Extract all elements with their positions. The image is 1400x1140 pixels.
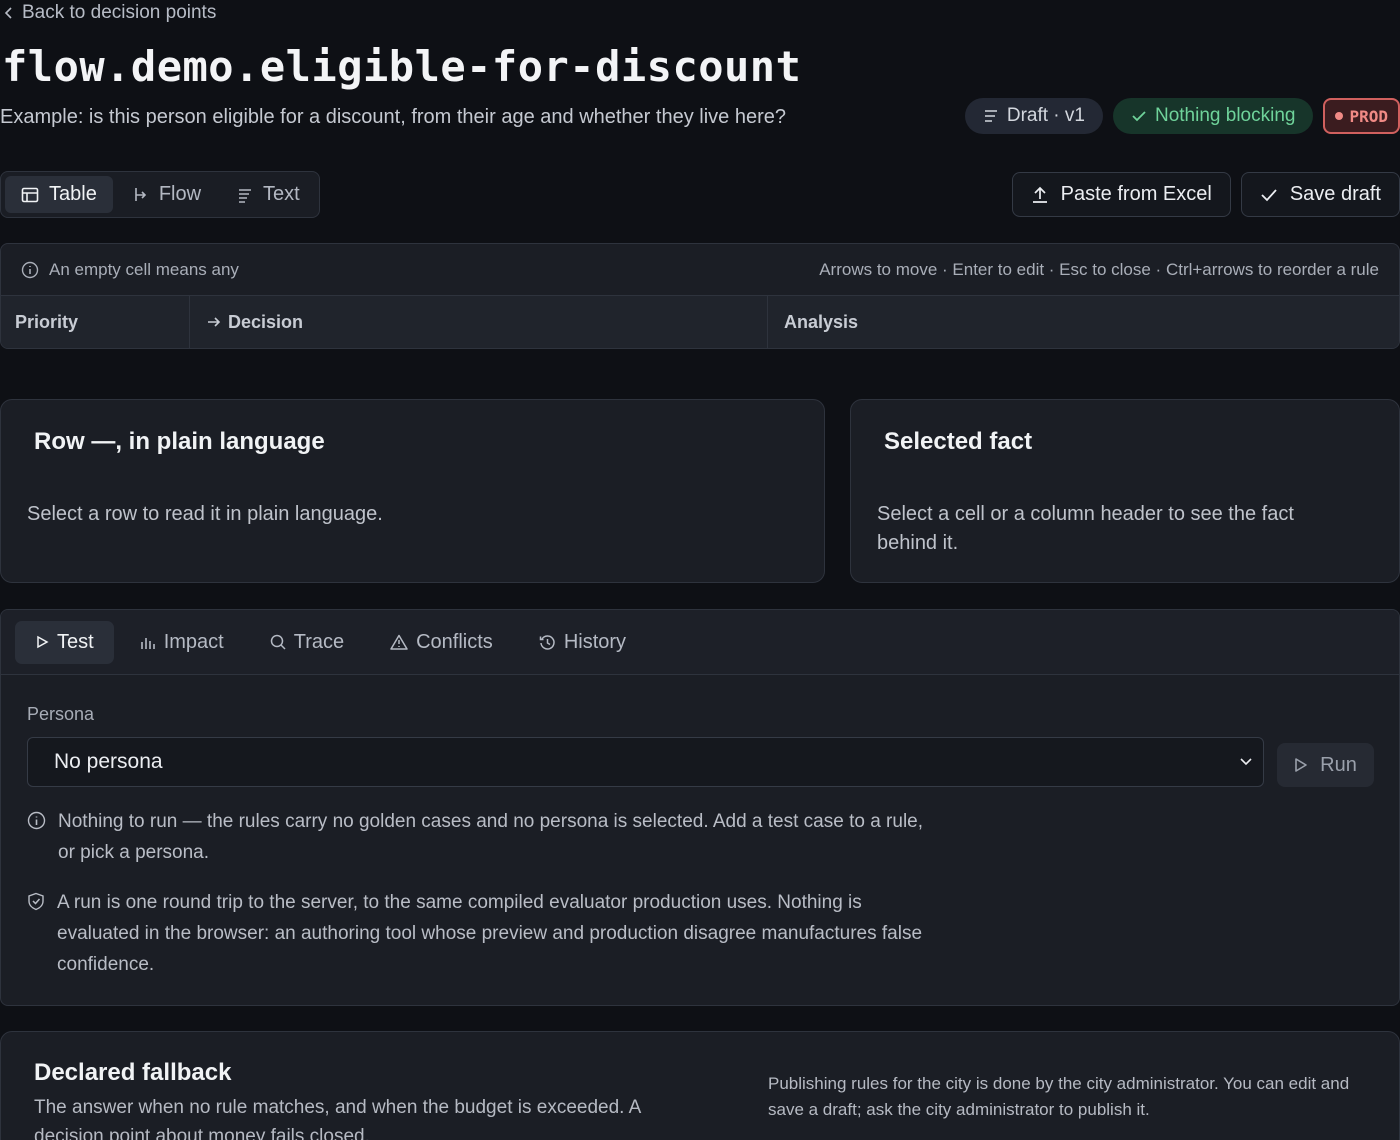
tab-history-label: History: [563, 630, 627, 653]
status-badges: Draft · v1 Nothing blocking PROD: [964, 98, 1400, 134]
persona-select[interactable]: No persona: [27, 737, 1264, 787]
page-subtitle: Example: is this person eligible for a d…: [0, 106, 786, 128]
tab-trace-label: Trace: [293, 630, 345, 653]
view-tab-text-label: Text: [263, 183, 300, 205]
paste-from-excel-button[interactable]: Paste from Excel: [1011, 172, 1231, 217]
page-title: flow.demo.eligible-for-discount: [2, 42, 802, 91]
view-tab-flow[interactable]: Flow: [117, 176, 217, 213]
chevron-down-icon: [1239, 757, 1253, 767]
top-actions: Paste from Excel Save draft: [1011, 172, 1400, 217]
row-card-title: Row —, in plain language: [34, 428, 325, 455]
no-cases-note-text: Nothing to run — the rules carry no gold…: [58, 811, 924, 863]
env-badge-label: PROD: [1349, 106, 1388, 126]
tab-conflicts[interactable]: Conflicts: [370, 621, 513, 664]
view-tab-text[interactable]: Text: [221, 176, 316, 213]
run-button[interactable]: Run: [1277, 743, 1374, 787]
draft-badge[interactable]: Draft · v1: [964, 98, 1103, 134]
analysis-panel: Test Impact Trace Conflicts History Pers…: [0, 609, 1400, 1006]
bar-chart-icon: [140, 634, 156, 650]
info-icon: [27, 811, 46, 868]
lines-icon: [983, 109, 999, 123]
paste-from-excel-label: Paste from Excel: [1060, 183, 1212, 205]
tab-history[interactable]: History: [519, 621, 646, 664]
tab-trace[interactable]: Trace: [250, 621, 364, 664]
selected-fact-card: Selected fact Select a cell or a column …: [850, 399, 1400, 583]
server-run-note-text: A run is one round trip to the server, t…: [57, 892, 923, 975]
text-lines-icon: [237, 187, 253, 203]
check-icon: [1260, 187, 1278, 203]
server-run-note: A run is one round trip to the server, t…: [27, 887, 927, 980]
fallback-body: The answer when no rule matches, and whe…: [34, 1097, 641, 1140]
fallback-title: Declared fallback: [34, 1059, 232, 1086]
env-dot-icon: [1335, 112, 1344, 120]
validation-badge[interactable]: Nothing blocking: [1112, 98, 1314, 134]
column-header-label: Priority: [15, 311, 79, 332]
arrow-right-icon: [206, 315, 222, 329]
column-header-label: Decision: [228, 311, 304, 332]
no-cases-note: Nothing to run — the rules carry no gold…: [27, 806, 927, 868]
play-icon: [35, 635, 49, 649]
row-plain-language-card: Row —, in plain language Select a row to…: [0, 399, 825, 583]
column-header-priority[interactable]: Priority: [1, 296, 190, 348]
tab-conflicts-label: Conflicts: [416, 630, 493, 653]
history-icon: [539, 634, 556, 651]
flow-icon: [133, 187, 149, 203]
decision-table: An empty cell means any Arrows to move ·…: [0, 243, 1400, 349]
shield-check-icon: [27, 892, 45, 980]
persona-label: Persona: [27, 704, 95, 724]
view-switcher: Table Flow Text: [0, 171, 320, 218]
validation-badge-label: Nothing blocking: [1154, 105, 1296, 126]
table-header-row: Priority Decision Analysis: [1, 296, 1399, 348]
back-link[interactable]: Back to decision points: [4, 2, 216, 24]
tab-impact[interactable]: Impact: [120, 621, 244, 664]
info-icon: [21, 261, 39, 279]
save-draft-button[interactable]: Save draft: [1240, 172, 1400, 217]
publish-permission-note: Publishing rules for the city is done by…: [768, 1074, 1350, 1119]
run-button-label: Run: [1320, 753, 1357, 776]
env-badge: PROD: [1323, 98, 1400, 134]
search-icon: [270, 634, 286, 650]
warning-icon: [390, 634, 408, 650]
column-header-decision[interactable]: Decision: [190, 296, 768, 348]
persona-select-value: No persona: [54, 750, 163, 773]
analysis-tabbar: Test Impact Trace Conflicts History: [1, 610, 1399, 675]
play-icon: [1294, 757, 1308, 773]
row-card-body: Select a row to read it in plain languag…: [27, 503, 383, 525]
fact-card-title: Selected fact: [884, 428, 1033, 455]
tab-test[interactable]: Test: [15, 620, 114, 664]
tab-impact-label: Impact: [163, 630, 224, 653]
draft-badge-label: Draft · v1: [1006, 105, 1085, 126]
view-tab-table[interactable]: Table: [5, 176, 113, 213]
table-icon: [21, 187, 39, 203]
upload-icon: [1031, 186, 1049, 204]
column-header-analysis[interactable]: Analysis: [768, 296, 1399, 348]
declared-fallback-card: Declared fallback The answer when no rul…: [0, 1031, 1400, 1140]
view-tab-table-label: Table: [49, 183, 97, 205]
back-link-label: Back to decision points: [22, 2, 217, 23]
table-info-bar: An empty cell means any Arrows to move ·…: [1, 244, 1399, 296]
check-icon: [1131, 109, 1147, 123]
save-draft-label: Save draft: [1289, 183, 1381, 205]
keyboard-hint: Arrows to move · Enter to edit · Esc to …: [819, 259, 1379, 279]
chevron-left-icon: [4, 6, 14, 20]
view-tab-flow-label: Flow: [158, 183, 202, 205]
column-header-label: Analysis: [784, 311, 859, 332]
fact-card-body: Select a cell or a column header to see …: [877, 503, 1294, 554]
empty-cell-hint: An empty cell means any: [49, 259, 239, 279]
tab-test-label: Test: [57, 630, 94, 653]
